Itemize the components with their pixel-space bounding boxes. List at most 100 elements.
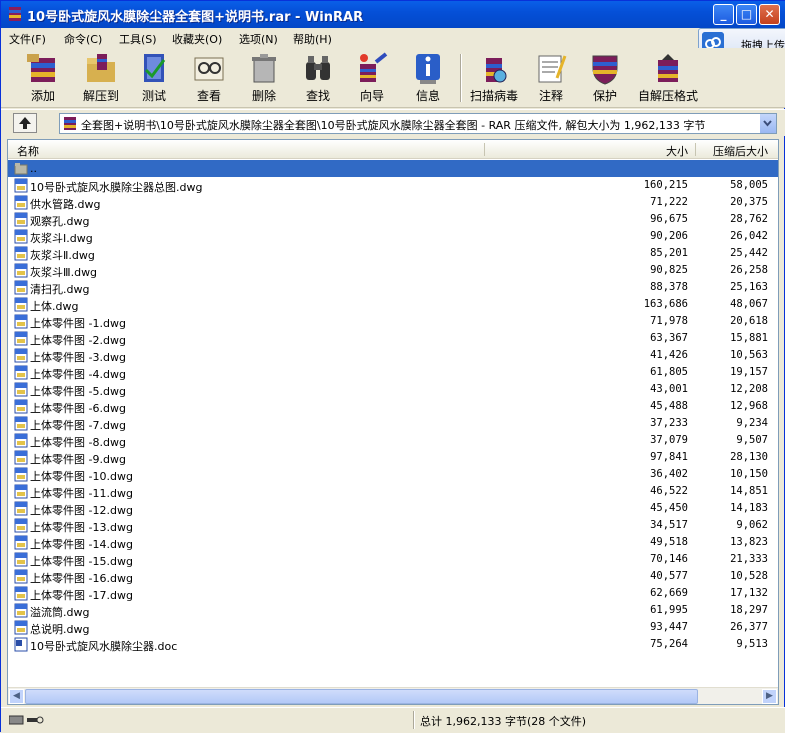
file-row[interactable]: 上体零件图 -5.dwg 43,001 12,208 <box>8 381 778 398</box>
file-row[interactable]: 上体零件图 -14.dwg 49,518 13,823 <box>8 534 778 551</box>
add-button[interactable]: 添加 <box>17 50 69 106</box>
up-one-level-button[interactable] <box>13 113 37 133</box>
folder-up-icon <box>14 163 28 175</box>
minimize-button[interactable]: _ <box>713 4 734 25</box>
file-size: 96,675 <box>650 213 688 225</box>
dwg-file-icon <box>14 433 28 448</box>
menu-file[interactable]: 文件(F) <box>9 31 46 47</box>
sfx-button[interactable]: 自解压格式 <box>637 50 699 106</box>
menu-tools[interactable]: 工具(S) <box>119 31 157 47</box>
virus-scan-button[interactable]: 扫描病毒 <box>466 50 522 106</box>
info-button[interactable]: 信息 <box>403 50 453 106</box>
file-row[interactable]: 总说明.dwg 93,447 26,377 <box>8 619 778 636</box>
file-row[interactable]: 上体零件图 -8.dwg 37,079 9,507 <box>8 432 778 449</box>
file-row[interactable]: 上体零件图 -6.dwg 45,488 12,968 <box>8 398 778 415</box>
file-name: 上体零件图 -8.dwg <box>30 436 126 449</box>
file-size: 45,450 <box>650 502 688 514</box>
file-row[interactable]: 溢流筒.dwg 61,995 18,297 <box>8 602 778 619</box>
winrar-app-icon <box>9 7 21 21</box>
protect-button[interactable]: 保护 <box>581 50 629 106</box>
maximize-button[interactable]: □ <box>736 4 757 25</box>
column-divider[interactable] <box>484 143 485 156</box>
menu-commands[interactable]: 命令(C) <box>64 31 102 47</box>
file-size: 37,079 <box>650 434 688 446</box>
view-button[interactable]: 查看 <box>184 50 234 106</box>
file-packed-size: 26,042 <box>730 230 768 242</box>
file-row[interactable]: 上体零件图 -16.dwg 40,577 10,528 <box>8 568 778 585</box>
file-row[interactable]: 清扫孔.dwg 88,378 25,163 <box>8 279 778 296</box>
file-row[interactable]: 10号卧式旋风水膜除尘器总图.dwg 160,215 58,005 <box>8 177 778 194</box>
test-button[interactable]: 测试 <box>129 50 179 106</box>
file-packed-size: 25,442 <box>730 247 768 259</box>
parent-folder-row[interactable]: .. <box>8 160 778 177</box>
wizard-button[interactable]: 向导 <box>347 50 397 106</box>
dwg-file-icon <box>14 501 28 516</box>
file-size: 90,825 <box>650 264 688 276</box>
file-packed-size: 15,881 <box>730 332 768 344</box>
file-row[interactable]: 上体零件图 -4.dwg 61,805 19,157 <box>8 364 778 381</box>
dwg-file-icon <box>14 314 28 329</box>
file-row[interactable]: 上体零件图 -10.dwg 36,402 10,150 <box>8 466 778 483</box>
file-row[interactable]: 灰浆斗Ⅲ.dwg 90,825 26,258 <box>8 262 778 279</box>
extract-to-label: 解压到 <box>82 89 119 103</box>
file-row[interactable]: 灰浆斗Ⅱ.dwg 85,201 25,442 <box>8 245 778 262</box>
column-header-packed[interactable]: 压缩后大小 <box>713 143 768 159</box>
file-row[interactable]: 上体零件图 -7.dwg 37,233 9,234 <box>8 415 778 432</box>
file-name: 溢流筒.dwg <box>30 606 90 619</box>
scroll-left-arrow-icon[interactable]: ◀ <box>9 689 24 704</box>
scroll-right-arrow-icon[interactable]: ▶ <box>762 689 777 704</box>
file-list-header: 名称 大小 压缩后大小 <box>8 140 778 159</box>
scroll-thumb[interactable] <box>25 689 698 704</box>
dwg-file-icon <box>14 484 28 499</box>
horizontal-scrollbar[interactable]: ◀ ▶ <box>8 687 778 704</box>
dwg-file-icon <box>14 229 28 244</box>
file-packed-size: 58,005 <box>730 179 768 191</box>
close-button[interactable]: ✕ <box>759 4 780 25</box>
archive-path-field[interactable]: 全套图+说明书\10号卧式旋风水膜除尘器全套图\10号卧式旋风水膜除尘器全套图 … <box>59 113 777 134</box>
file-row[interactable]: 上体零件图 -3.dwg 41,426 10,563 <box>8 347 778 364</box>
file-name: 上体.dwg <box>30 300 79 313</box>
virus-scan-icon <box>486 58 507 83</box>
column-header-name[interactable]: 名称 <box>17 143 39 159</box>
file-row[interactable]: 上体零件图 -17.dwg 62,669 17,132 <box>8 585 778 602</box>
chevron-down-icon <box>763 120 772 127</box>
protect-label: 保护 <box>592 89 617 103</box>
file-size: 49,518 <box>650 536 688 548</box>
file-row[interactable]: 灰浆斗Ⅰ.dwg 90,206 26,042 <box>8 228 778 245</box>
path-dropdown-button[interactable] <box>759 114 776 133</box>
file-name: 10号卧式旋风水膜除尘器总图.dwg <box>30 181 203 194</box>
file-row[interactable]: 上体零件图 -11.dwg 46,522 14,851 <box>8 483 778 500</box>
file-size: 34,517 <box>650 519 688 531</box>
extract-to-button[interactable]: 解压到 <box>75 50 127 106</box>
delete-icon <box>252 54 276 83</box>
find-button[interactable]: 查找 <box>293 50 343 106</box>
column-header-size[interactable]: 大小 <box>666 143 688 159</box>
file-row[interactable]: 10号卧式旋风水膜除尘器.doc 75,264 9,513 <box>8 636 778 653</box>
file-row[interactable]: 上体零件图 -9.dwg 97,841 28,130 <box>8 449 778 466</box>
comment-button[interactable]: 注释 <box>527 50 575 106</box>
file-name: 上体零件图 -5.dwg <box>30 385 126 398</box>
column-divider[interactable] <box>695 143 696 156</box>
menu-options[interactable]: 选项(N) <box>239 31 278 47</box>
title-bar[interactable]: 10号卧式旋风水膜除尘器全套图+说明书.rar - WinRAR _ □ ✕ <box>1 1 785 28</box>
file-row[interactable]: 上体.dwg 163,686 48,067 <box>8 296 778 313</box>
file-row[interactable]: 观察孔.dwg 96,675 28,762 <box>8 211 778 228</box>
dwg-file-icon <box>14 603 28 618</box>
file-name: 上体零件图 -12.dwg <box>30 504 133 517</box>
file-size: 43,001 <box>650 383 688 395</box>
file-row[interactable]: 供水管路.dwg 71,222 20,375 <box>8 194 778 211</box>
file-row[interactable]: 上体零件图 -15.dwg 70,146 21,333 <box>8 551 778 568</box>
file-row[interactable]: 上体零件图 -1.dwg 71,978 20,618 <box>8 313 778 330</box>
menu-favorites[interactable]: 收藏夹(O) <box>172 31 222 47</box>
delete-button[interactable]: 删除 <box>239 50 289 106</box>
file-list[interactable]: 名称 大小 压缩后大小 .. 10号卧式旋风水膜除尘器总图.dwg 160,215 5… <box>7 139 779 705</box>
dwg-file-icon <box>14 467 28 482</box>
file-row[interactable]: 上体零件图 -13.dwg 34,517 9,062 <box>8 517 778 534</box>
menu-help[interactable]: 帮助(H) <box>293 31 332 47</box>
up-arrow-icon <box>19 117 31 129</box>
file-row[interactable]: 上体零件图 -12.dwg 45,450 14,183 <box>8 500 778 517</box>
file-size: 71,222 <box>650 196 688 208</box>
file-row[interactable]: 上体零件图 -2.dwg 63,367 15,881 <box>8 330 778 347</box>
file-name: 上体零件图 -16.dwg <box>30 572 133 585</box>
test-icon <box>144 54 166 82</box>
